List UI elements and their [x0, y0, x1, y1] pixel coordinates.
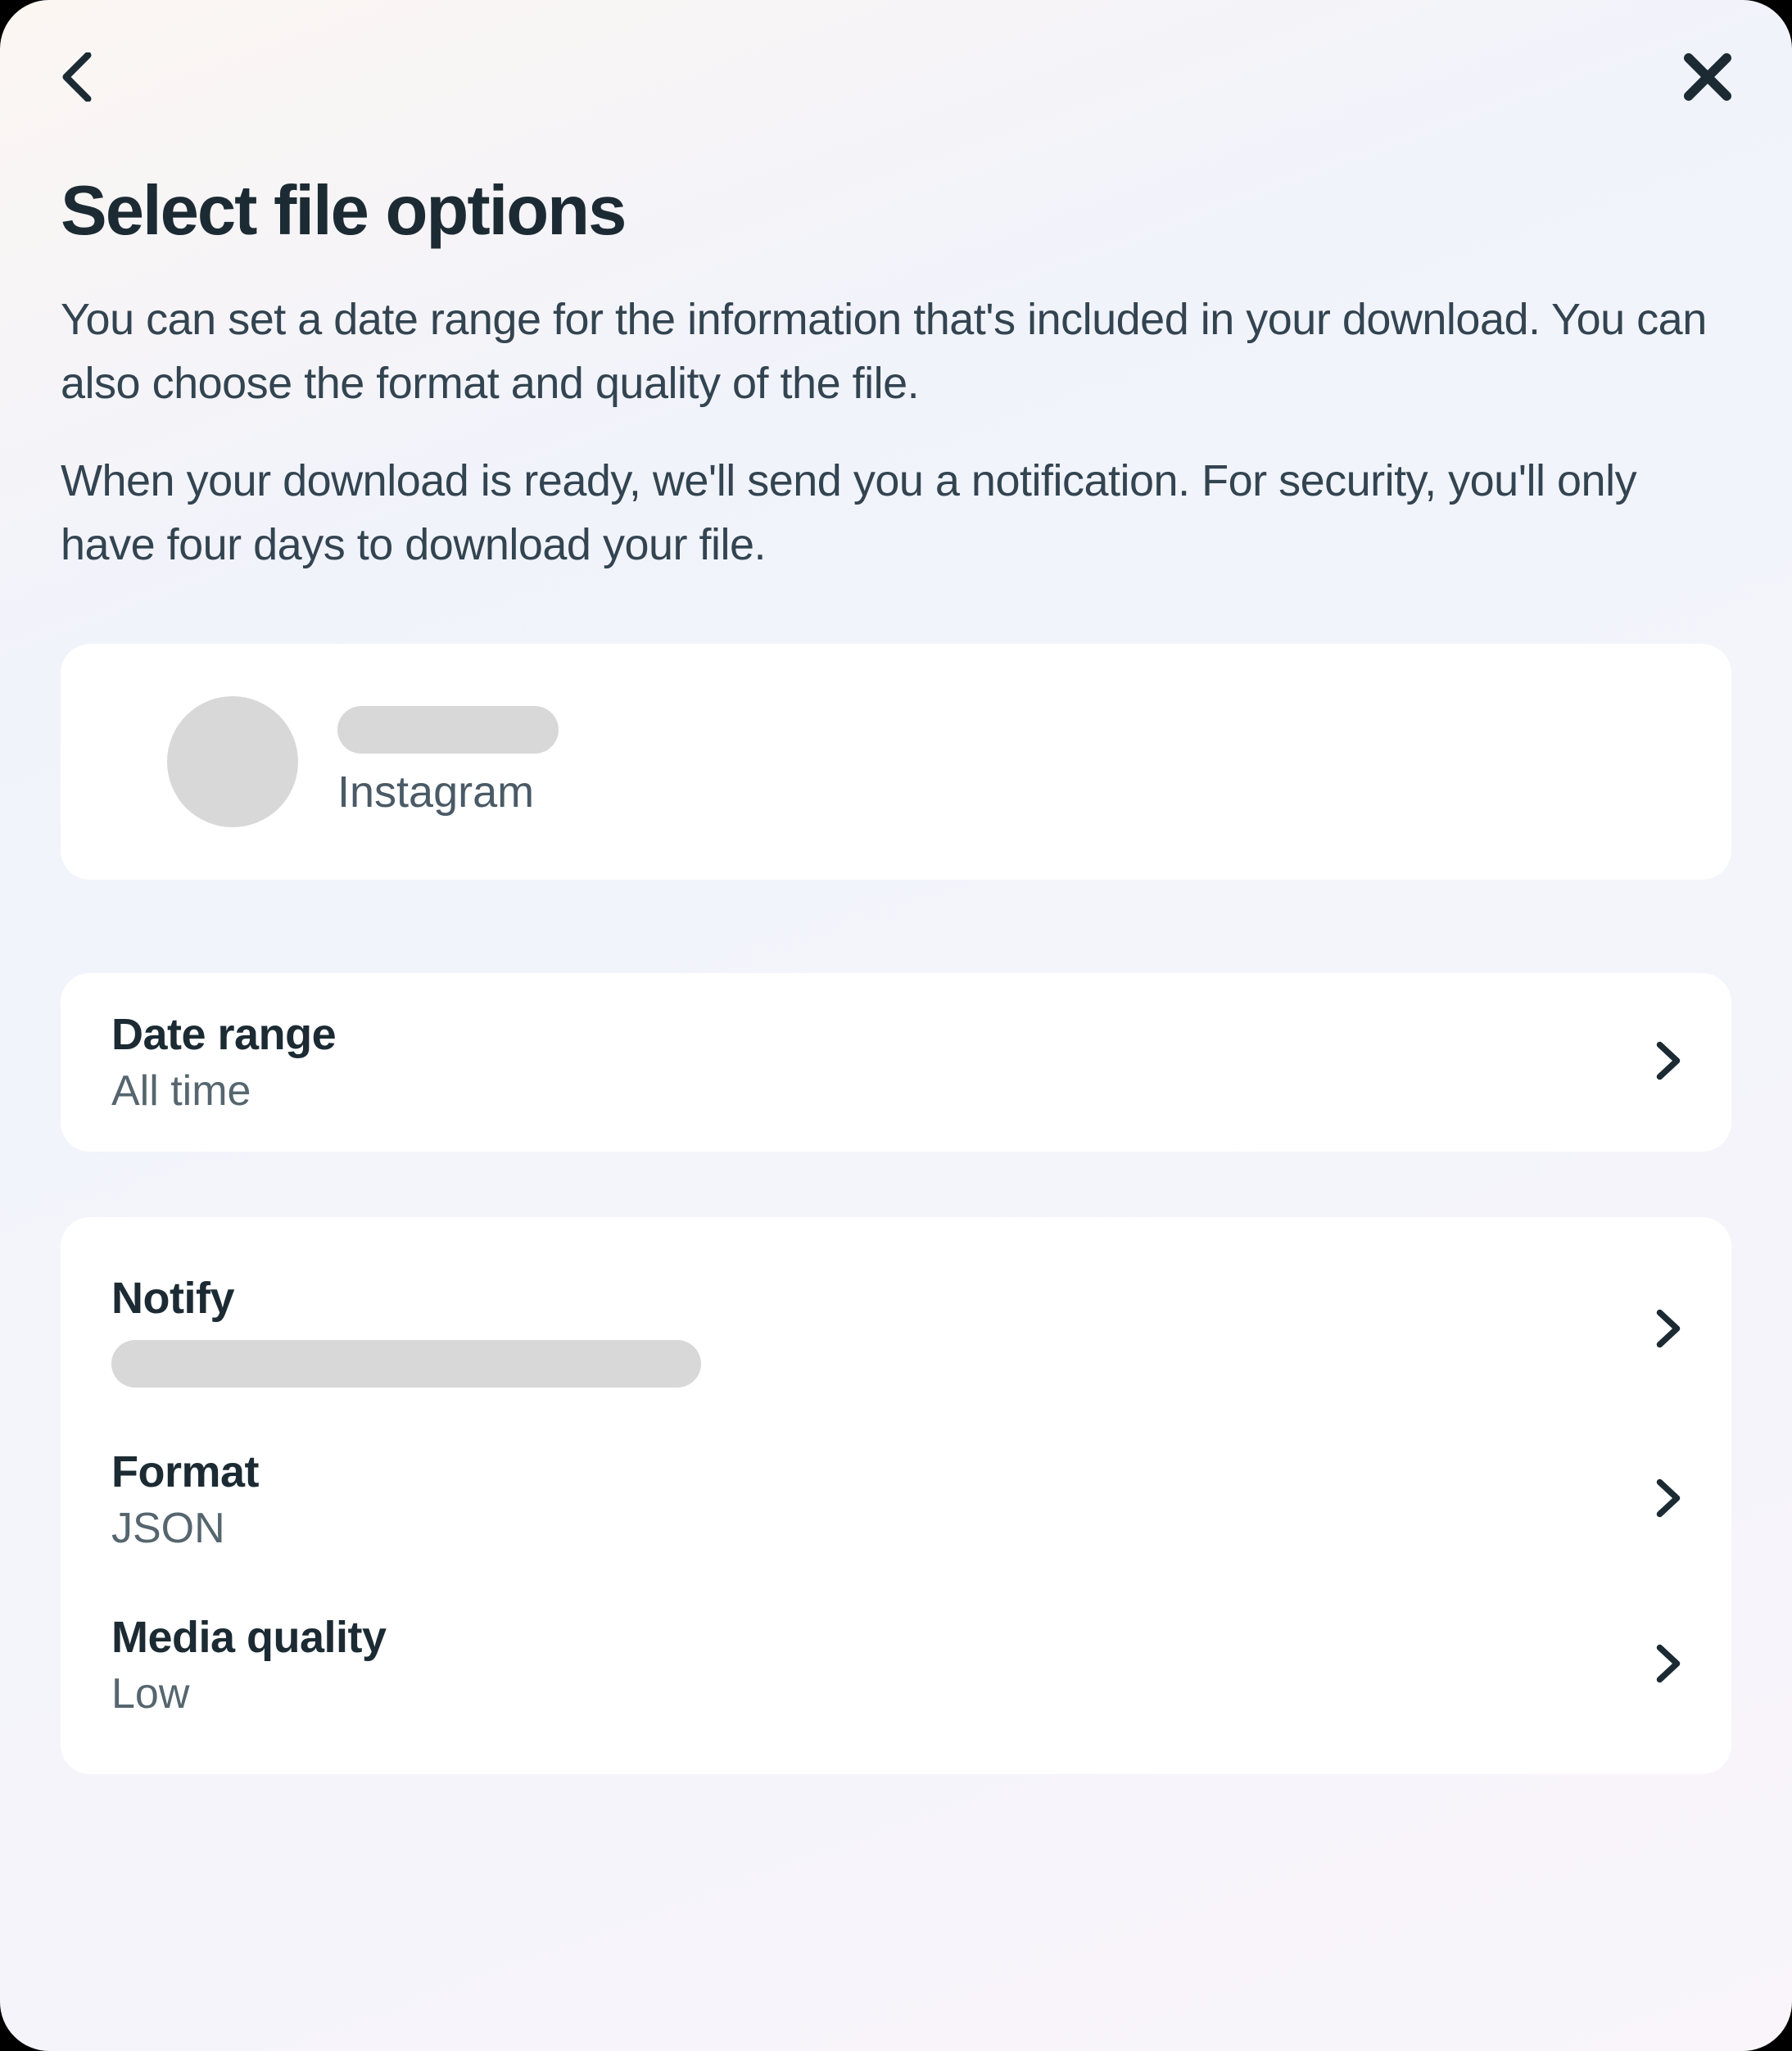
account-card: Instagram [61, 644, 1731, 880]
format-label: Format [111, 1447, 259, 1497]
description-2: When your download is ready, we'll send … [61, 449, 1731, 577]
media-quality-label: Media quality [111, 1612, 387, 1663]
file-options-panel: Select file options You can set a date r… [0, 0, 1792, 2051]
options-card: Notify Format JSON Media quality Low [61, 1217, 1731, 1774]
chevron-right-icon [1656, 1478, 1681, 1522]
close-icon[interactable] [1684, 53, 1731, 105]
format-row[interactable]: Format JSON [61, 1417, 1731, 1582]
media-quality-value: Low [111, 1669, 387, 1718]
notify-value-redacted [111, 1340, 701, 1388]
username-redacted [337, 706, 559, 754]
format-value: JSON [111, 1504, 259, 1553]
date-range-card: Date range All time [61, 973, 1731, 1152]
back-icon[interactable] [61, 52, 93, 106]
date-range-labels: Date range All time [111, 1009, 336, 1116]
media-quality-labels: Media quality Low [111, 1612, 387, 1718]
media-quality-row[interactable]: Media quality Low [61, 1582, 1731, 1748]
format-labels: Format JSON [111, 1447, 259, 1553]
page-title: Select file options [61, 171, 1731, 251]
account-platform: Instagram [337, 767, 559, 817]
date-range-value: All time [111, 1066, 336, 1116]
chevron-right-icon [1656, 1309, 1681, 1352]
date-range-row[interactable]: Date range All time [61, 973, 1731, 1152]
chevron-right-icon [1656, 1644, 1681, 1687]
notify-row[interactable]: Notify [61, 1243, 1731, 1417]
notify-labels: Notify [111, 1273, 701, 1388]
chevron-right-icon [1656, 1041, 1681, 1084]
notify-label: Notify [111, 1273, 701, 1324]
description-1: You can set a date range for the informa… [61, 288, 1731, 416]
header-row [61, 52, 1731, 106]
avatar [167, 696, 298, 827]
account-text: Instagram [337, 706, 559, 817]
date-range-label: Date range [111, 1009, 336, 1060]
